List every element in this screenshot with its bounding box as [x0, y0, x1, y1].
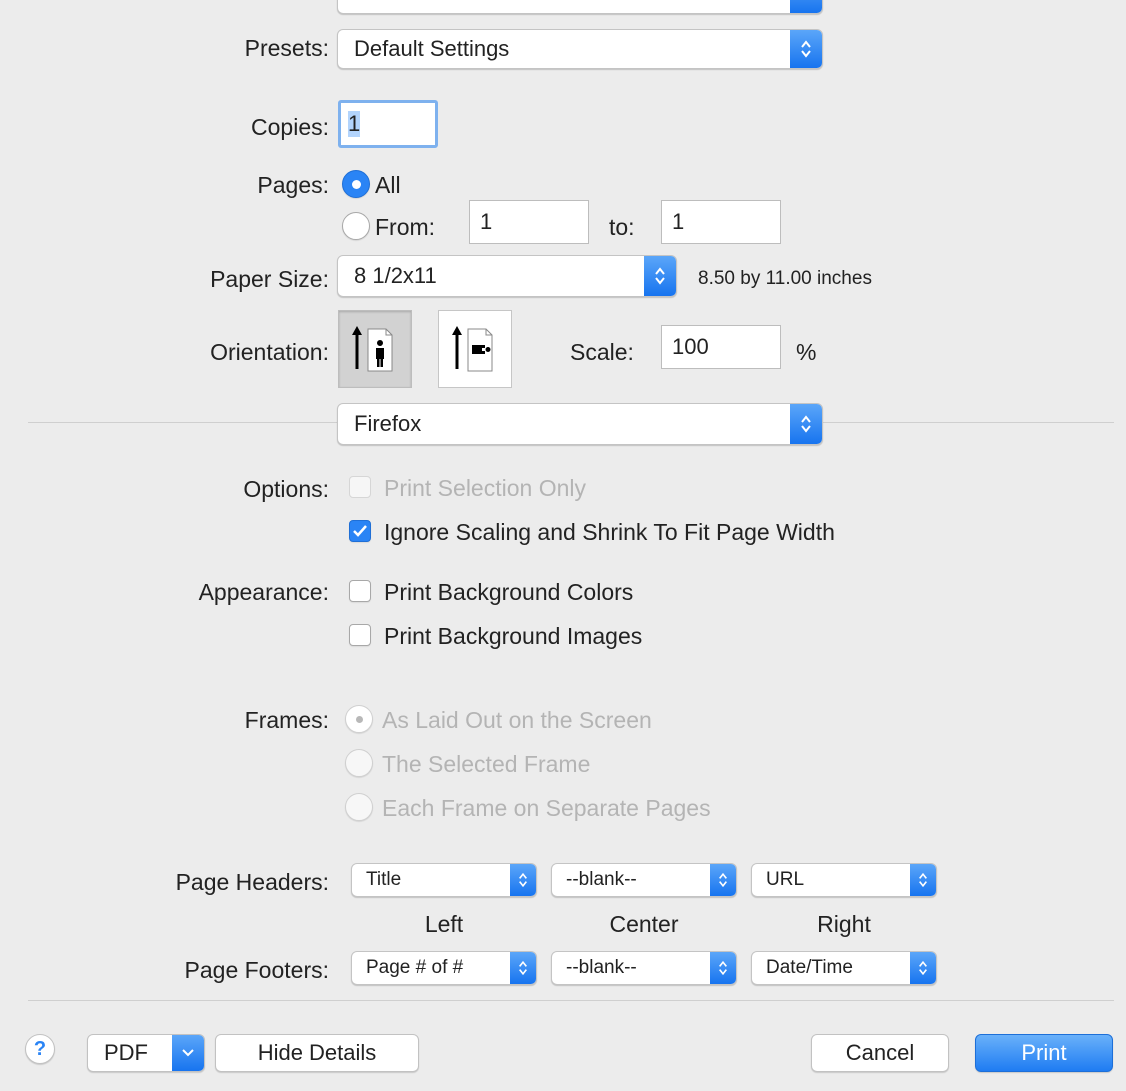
chevron-updown-icon	[710, 952, 736, 984]
pdf-label: PDF	[104, 1040, 148, 1065]
paper-dimensions: 8.50 by 11.00 inches	[698, 268, 872, 289]
footer-center-value: --blank--	[566, 957, 637, 978]
pages-from-field[interactable]: 1	[469, 200, 589, 244]
copies-field[interactable]: 1	[338, 100, 438, 148]
presets-label: Presets:	[244, 35, 329, 61]
chevron-updown-icon	[710, 864, 736, 896]
header-right-value: URL	[766, 869, 805, 890]
bg-colors-label: Print Background Colors	[384, 579, 634, 605]
frames-option-label: The Selected Frame	[382, 751, 591, 777]
bg-colors-checkbox[interactable]	[349, 580, 371, 602]
frames-label: Frames:	[244, 707, 329, 733]
hide-details-button[interactable]: Hide Details	[215, 1034, 419, 1072]
help-button[interactable]: ?	[25, 1034, 55, 1064]
frames-radio-separate[interactable]	[345, 793, 373, 821]
presets-popup[interactable]: Default Settings	[337, 29, 823, 69]
header-left-popup[interactable]: Title	[351, 863, 537, 897]
pages-to-field[interactable]: 1	[661, 200, 781, 244]
pdf-button[interactable]: PDF	[87, 1034, 205, 1072]
column-label-left: Left	[424, 911, 464, 937]
paper-size-value: 8 1/2x11	[354, 263, 437, 288]
ignore-scaling-label: Ignore Scaling and Shrink To Fit Page Wi…	[384, 519, 835, 545]
print-button[interactable]: Print	[975, 1034, 1113, 1072]
landscape-button[interactable]	[438, 310, 512, 388]
column-label-center: Center	[609, 911, 679, 937]
pages-all-radio[interactable]	[342, 170, 370, 198]
pages-label: Pages:	[257, 172, 329, 198]
chevron-updown-icon	[644, 256, 676, 296]
ignore-scaling-checkbox[interactable]	[349, 520, 371, 542]
portrait-button[interactable]	[338, 310, 412, 388]
chevron-updown-icon	[790, 0, 822, 13]
frames-option-label: Each Frame on Separate Pages	[382, 795, 711, 821]
cancel-button[interactable]: Cancel	[811, 1034, 949, 1072]
pages-all-label[interactable]: All	[375, 172, 401, 199]
page-headers-label: Page Headers:	[175, 869, 329, 895]
separator	[28, 1000, 1114, 1001]
page-footers-label: Page Footers:	[184, 957, 329, 983]
pages-from-label[interactable]: From:	[375, 214, 435, 241]
printer-popup[interactable]	[337, 0, 823, 14]
bg-images-label: Print Background Images	[384, 623, 643, 649]
copies-value: 1	[348, 111, 361, 137]
orientation-label: Orientation:	[210, 339, 329, 365]
footer-right-value: Date/Time	[766, 957, 853, 978]
copies-label: Copies:	[251, 114, 329, 140]
chevron-down-icon[interactable]	[172, 1035, 204, 1071]
print-selection-only-label: Print Selection Only	[384, 475, 586, 501]
frames-radio-laid-out[interactable]	[345, 705, 373, 733]
header-center-value: --blank--	[566, 869, 637, 890]
header-right-popup[interactable]: URL	[751, 863, 937, 897]
column-label-right: Right	[817, 911, 871, 937]
presets-value: Default Settings	[354, 36, 510, 61]
chevron-updown-icon	[510, 864, 536, 896]
chevron-updown-icon	[510, 952, 536, 984]
scale-field[interactable]: 100	[661, 325, 781, 369]
section-popup[interactable]: Firefox	[337, 403, 823, 445]
chevron-updown-icon	[910, 864, 936, 896]
scale-value: 100	[672, 334, 709, 359]
header-left-value: Title	[366, 869, 402, 890]
paper-size-popup[interactable]: 8 1/2x11	[337, 255, 677, 297]
footer-right-popup[interactable]: Date/Time	[751, 951, 937, 985]
chevron-updown-icon	[790, 404, 822, 444]
scale-unit: %	[796, 339, 817, 365]
print-selection-only-checkbox[interactable]	[349, 476, 371, 498]
footer-left-value: Page # of #	[366, 957, 464, 978]
scale-label: Scale:	[570, 339, 634, 365]
bg-images-checkbox[interactable]	[349, 624, 371, 646]
footer-center-popup[interactable]: --blank--	[551, 951, 737, 985]
options-label: Options:	[243, 476, 329, 502]
appearance-label: Appearance:	[198, 579, 329, 605]
footer-left-popup[interactable]: Page # of #	[351, 951, 537, 985]
pages-to-label: to:	[609, 214, 635, 240]
section-popup-value: Firefox	[354, 411, 422, 436]
chevron-updown-icon	[790, 30, 822, 68]
landscape-orientation-icon	[452, 326, 493, 372]
header-center-popup[interactable]: --blank--	[551, 863, 737, 897]
paper-size-label: Paper Size:	[210, 266, 329, 292]
pages-from-value: 1	[480, 209, 493, 234]
chevron-updown-icon	[910, 952, 936, 984]
pages-to-value: 1	[672, 209, 685, 234]
portrait-orientation-icon	[352, 326, 393, 372]
frames-radio-selected[interactable]	[345, 749, 373, 777]
checkmark-icon	[353, 525, 367, 537]
help-icon: ?	[33, 1037, 47, 1060]
frames-option-label: As Laid Out on the Screen	[382, 707, 652, 733]
pages-from-radio[interactable]	[342, 212, 370, 240]
